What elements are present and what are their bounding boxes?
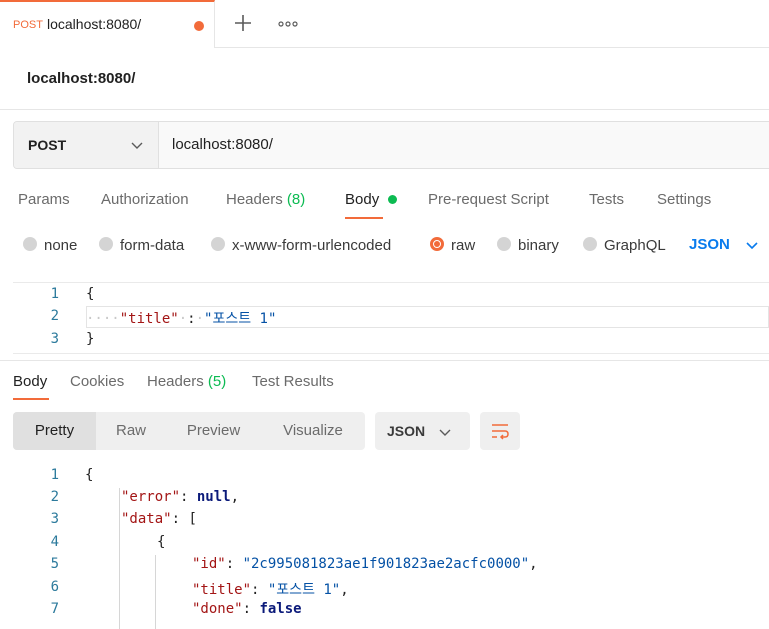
view-visualize-button[interactable]: Visualize — [261, 412, 365, 450]
language-select[interactable]: JSON — [689, 236, 730, 253]
line-number: 4 — [50, 534, 59, 550]
plus-icon[interactable] — [232, 12, 254, 34]
response-tab-test-results[interactable]: Test Results — [252, 373, 334, 390]
code-line: "id": "2c995081823ae1f901823ae2acfc0000"… — [192, 556, 538, 572]
response-tab-headers[interactable]: Headers (5) — [147, 373, 226, 390]
tab-prerequest-script[interactable]: Pre-request Script — [428, 191, 549, 208]
code-line: "title": "포스트 1", — [192, 582, 349, 598]
json-boolean: false — [259, 601, 302, 617]
response-headers-count: (5) — [207, 373, 227, 390]
active-tab-indicator — [13, 398, 49, 400]
code-line: "data": [ — [121, 511, 197, 527]
request-title[interactable]: localhost:8080/ — [27, 70, 135, 87]
code-line: "done": false — [192, 601, 302, 617]
json-bracket: [ — [188, 511, 197, 527]
body-status-dot — [388, 195, 397, 204]
line-number: 5 — [50, 556, 59, 572]
json-string: "포스트 1" — [267, 582, 341, 598]
view-mode-group: Pretty Raw Preview Visualize — [13, 412, 365, 450]
line-number: 3 — [50, 511, 59, 527]
radio-binary-label[interactable]: binary — [518, 237, 559, 254]
view-raw-button[interactable]: Raw — [96, 412, 166, 450]
json-null: null — [196, 489, 231, 505]
json-string: "포스트 1" — [204, 311, 277, 327]
line-number: 2 — [50, 489, 59, 505]
method-label: POST — [28, 137, 67, 153]
json-key: "title" — [192, 582, 252, 598]
line-number: 6 — [50, 579, 59, 595]
response-tab-body[interactable]: Body — [13, 373, 47, 390]
chevron-down-icon[interactable] — [745, 240, 759, 250]
radio-none-label[interactable]: none — [44, 237, 77, 254]
tab-method-label: POST — [13, 19, 43, 31]
wrap-lines-icon — [492, 424, 509, 440]
line-number: 3 — [50, 331, 59, 347]
radio-none[interactable] — [23, 237, 37, 251]
radio-raw-label[interactable]: raw — [451, 237, 475, 254]
tab-tests[interactable]: Tests — [589, 191, 624, 208]
response-tab-cookies[interactable]: Cookies — [70, 373, 124, 390]
tab-authorization[interactable]: Authorization — [101, 191, 189, 208]
tab-settings[interactable]: Settings — [657, 191, 711, 208]
tab-body[interactable]: Body — [345, 191, 379, 208]
tab-headers[interactable]: Headers (8) — [226, 191, 305, 208]
json-string: "2c995081823ae1f901823ae2acfc0000" — [242, 556, 530, 572]
code-line: ····"title"·:·"포스트 1" — [86, 311, 277, 327]
line-number: 7 — [50, 601, 59, 617]
chevron-down-icon — [131, 142, 143, 149]
indent-guide — [119, 488, 120, 629]
active-tab-indicator — [345, 217, 383, 219]
json-key: "title" — [119, 311, 179, 327]
code-brace: { — [85, 467, 94, 483]
method-select[interactable]: POST — [14, 122, 159, 168]
radio-raw[interactable] — [430, 237, 444, 251]
json-colon: : — [187, 311, 196, 327]
code-brace: } — [86, 331, 95, 347]
response-tab-headers-label: Headers — [147, 373, 204, 390]
chevron-down-icon — [439, 429, 451, 436]
json-key: "data" — [121, 511, 172, 527]
divider — [0, 109, 769, 110]
radio-form-data[interactable] — [99, 237, 113, 251]
response-format-select[interactable]: JSON — [375, 412, 470, 450]
json-key: "error" — [121, 489, 181, 505]
more-icon[interactable] — [276, 14, 300, 34]
view-preview-button[interactable]: Preview — [166, 412, 261, 450]
url-bar: POST localhost:8080/ — [13, 121, 769, 169]
view-pretty-button[interactable]: Pretty — [13, 412, 96, 450]
url-input[interactable]: localhost:8080/ — [172, 136, 273, 153]
wrap-lines-button[interactable] — [480, 412, 520, 450]
code-brace: { — [86, 286, 95, 302]
line-number: 1 — [50, 286, 59, 302]
json-key: "done" — [192, 601, 243, 617]
response-format-label: JSON — [387, 423, 426, 439]
tab-title: localhost:8080/ — [47, 16, 142, 32]
radio-graphql-label[interactable]: GraphQL — [604, 237, 666, 254]
radio-graphql[interactable] — [583, 237, 597, 251]
code-brace: { — [157, 534, 166, 550]
tab-params[interactable]: Params — [18, 191, 70, 208]
tab-strip: POST localhost:8080/ — [0, 0, 769, 48]
radio-binary[interactable] — [497, 237, 511, 251]
unsaved-indicator — [194, 21, 204, 31]
indent-guide — [155, 555, 156, 629]
radio-form-data-label[interactable]: form-data — [120, 237, 184, 254]
request-tab[interactable]: POST localhost:8080/ — [0, 0, 215, 48]
radio-urlencoded[interactable] — [211, 237, 225, 251]
json-key: "id" — [192, 556, 226, 572]
headers-count: (8) — [286, 191, 306, 208]
tab-headers-label: Headers — [226, 191, 283, 208]
line-number: 2 — [50, 308, 59, 324]
line-number: 1 — [50, 467, 59, 483]
radio-urlencoded-label[interactable]: x-www-form-urlencoded — [232, 237, 391, 254]
code-line: "error": null, — [121, 489, 240, 505]
divider — [0, 360, 769, 361]
